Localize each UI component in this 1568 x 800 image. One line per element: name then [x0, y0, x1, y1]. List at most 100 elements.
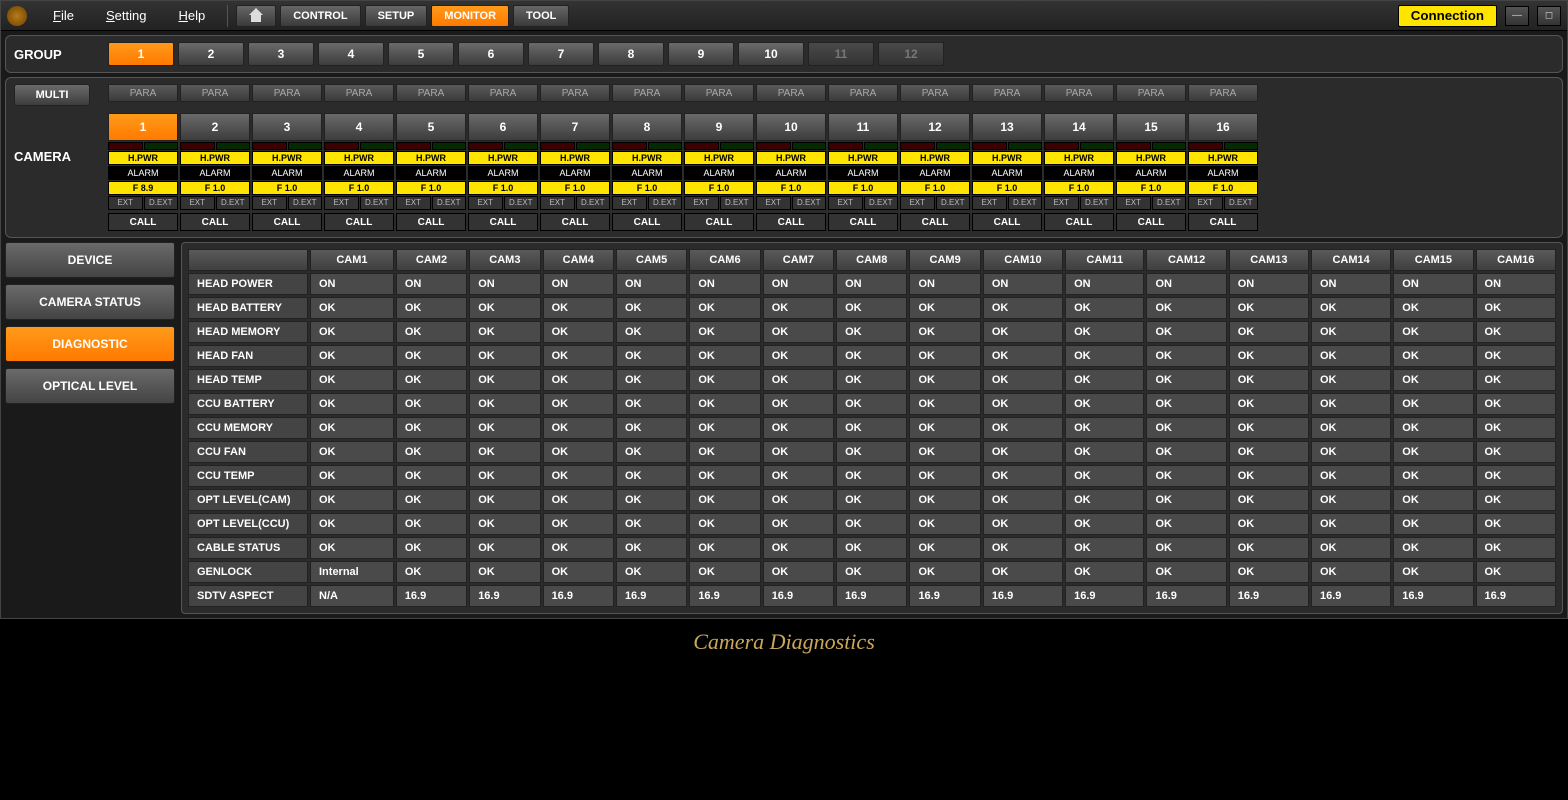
- dext-button[interactable]: D.EXT: [1152, 196, 1187, 210]
- menu-file[interactable]: File: [39, 8, 88, 23]
- group-12[interactable]: 12: [878, 42, 944, 66]
- call-button-15[interactable]: CALL: [1116, 213, 1186, 231]
- menu-help[interactable]: Help: [164, 8, 219, 23]
- ext-button[interactable]: EXT: [396, 196, 431, 210]
- group-9[interactable]: 9: [668, 42, 734, 66]
- camera-button-10[interactable]: 10: [756, 113, 826, 141]
- call-button-11[interactable]: CALL: [828, 213, 898, 231]
- call-button-3[interactable]: CALL: [252, 213, 322, 231]
- call-button-10[interactable]: CALL: [756, 213, 826, 231]
- setup-button[interactable]: SETUP: [365, 5, 428, 27]
- para-button-12[interactable]: PARA: [900, 84, 970, 102]
- dext-button[interactable]: D.EXT: [864, 196, 899, 210]
- dext-button[interactable]: D.EXT: [1224, 196, 1259, 210]
- call-button-16[interactable]: CALL: [1188, 213, 1258, 231]
- camera-button-7[interactable]: 7: [540, 113, 610, 141]
- para-button-16[interactable]: PARA: [1188, 84, 1258, 102]
- sidebar-camera-status[interactable]: CAMERA STATUS: [5, 284, 175, 320]
- para-button-1[interactable]: PARA: [108, 84, 178, 102]
- ext-button[interactable]: EXT: [180, 196, 215, 210]
- camera-button-14[interactable]: 14: [1044, 113, 1114, 141]
- maximize-button[interactable]: ◻: [1537, 6, 1561, 26]
- camera-button-1[interactable]: 1: [108, 113, 178, 141]
- para-button-2[interactable]: PARA: [180, 84, 250, 102]
- menu-setting[interactable]: Setting: [92, 8, 160, 23]
- para-button-9[interactable]: PARA: [684, 84, 754, 102]
- ext-button[interactable]: EXT: [684, 196, 719, 210]
- group-2[interactable]: 2: [178, 42, 244, 66]
- ext-button[interactable]: EXT: [468, 196, 503, 210]
- ext-button[interactable]: EXT: [756, 196, 791, 210]
- dext-button[interactable]: D.EXT: [432, 196, 467, 210]
- multi-button[interactable]: MULTI: [14, 84, 90, 106]
- dext-button[interactable]: D.EXT: [720, 196, 755, 210]
- camera-button-5[interactable]: 5: [396, 113, 466, 141]
- dext-button[interactable]: D.EXT: [360, 196, 395, 210]
- camera-button-3[interactable]: 3: [252, 113, 322, 141]
- ext-button[interactable]: EXT: [900, 196, 935, 210]
- group-10[interactable]: 10: [738, 42, 804, 66]
- group-1[interactable]: 1: [108, 42, 174, 66]
- camera-button-8[interactable]: 8: [612, 113, 682, 141]
- ext-button[interactable]: EXT: [828, 196, 863, 210]
- dext-button[interactable]: D.EXT: [144, 196, 179, 210]
- dext-button[interactable]: D.EXT: [576, 196, 611, 210]
- call-button-14[interactable]: CALL: [1044, 213, 1114, 231]
- para-button-15[interactable]: PARA: [1116, 84, 1186, 102]
- para-button-7[interactable]: PARA: [540, 84, 610, 102]
- control-button[interactable]: CONTROL: [280, 5, 360, 27]
- tool-button[interactable]: TOOL: [513, 5, 569, 27]
- call-button-8[interactable]: CALL: [612, 213, 682, 231]
- ext-button[interactable]: EXT: [972, 196, 1007, 210]
- sidebar-device[interactable]: DEVICE: [5, 242, 175, 278]
- call-button-12[interactable]: CALL: [900, 213, 970, 231]
- group-6[interactable]: 6: [458, 42, 524, 66]
- dext-button[interactable]: D.EXT: [1008, 196, 1043, 210]
- camera-button-2[interactable]: 2: [180, 113, 250, 141]
- ext-button[interactable]: EXT: [252, 196, 287, 210]
- monitor-button[interactable]: MONITOR: [431, 5, 509, 27]
- call-button-1[interactable]: CALL: [108, 213, 178, 231]
- para-button-10[interactable]: PARA: [756, 84, 826, 102]
- home-button[interactable]: [236, 5, 276, 27]
- ext-button[interactable]: EXT: [612, 196, 647, 210]
- camera-button-15[interactable]: 15: [1116, 113, 1186, 141]
- call-button-9[interactable]: CALL: [684, 213, 754, 231]
- para-button-3[interactable]: PARA: [252, 84, 322, 102]
- camera-button-13[interactable]: 13: [972, 113, 1042, 141]
- ext-button[interactable]: EXT: [108, 196, 143, 210]
- camera-button-12[interactable]: 12: [900, 113, 970, 141]
- minimize-button[interactable]: —: [1505, 6, 1529, 26]
- sidebar-optical-level[interactable]: OPTICAL LEVEL: [5, 368, 175, 404]
- camera-button-4[interactable]: 4: [324, 113, 394, 141]
- call-button-5[interactable]: CALL: [396, 213, 466, 231]
- camera-button-9[interactable]: 9: [684, 113, 754, 141]
- call-button-2[interactable]: CALL: [180, 213, 250, 231]
- group-11[interactable]: 11: [808, 42, 874, 66]
- para-button-8[interactable]: PARA: [612, 84, 682, 102]
- call-button-13[interactable]: CALL: [972, 213, 1042, 231]
- ext-button[interactable]: EXT: [324, 196, 359, 210]
- sidebar-diagnostic[interactable]: DIAGNOSTIC: [5, 326, 175, 362]
- camera-button-6[interactable]: 6: [468, 113, 538, 141]
- para-button-5[interactable]: PARA: [396, 84, 466, 102]
- dext-button[interactable]: D.EXT: [288, 196, 323, 210]
- group-7[interactable]: 7: [528, 42, 594, 66]
- ext-button[interactable]: EXT: [1188, 196, 1223, 210]
- dext-button[interactable]: D.EXT: [1080, 196, 1115, 210]
- group-3[interactable]: 3: [248, 42, 314, 66]
- call-button-7[interactable]: CALL: [540, 213, 610, 231]
- ext-button[interactable]: EXT: [1044, 196, 1079, 210]
- dext-button[interactable]: D.EXT: [936, 196, 971, 210]
- connection-button[interactable]: Connection: [1398, 5, 1497, 27]
- para-button-4[interactable]: PARA: [324, 84, 394, 102]
- dext-button[interactable]: D.EXT: [648, 196, 683, 210]
- camera-button-11[interactable]: 11: [828, 113, 898, 141]
- para-button-6[interactable]: PARA: [468, 84, 538, 102]
- camera-button-16[interactable]: 16: [1188, 113, 1258, 141]
- para-button-14[interactable]: PARA: [1044, 84, 1114, 102]
- dext-button[interactable]: D.EXT: [504, 196, 539, 210]
- group-8[interactable]: 8: [598, 42, 664, 66]
- dext-button[interactable]: D.EXT: [216, 196, 251, 210]
- para-button-11[interactable]: PARA: [828, 84, 898, 102]
